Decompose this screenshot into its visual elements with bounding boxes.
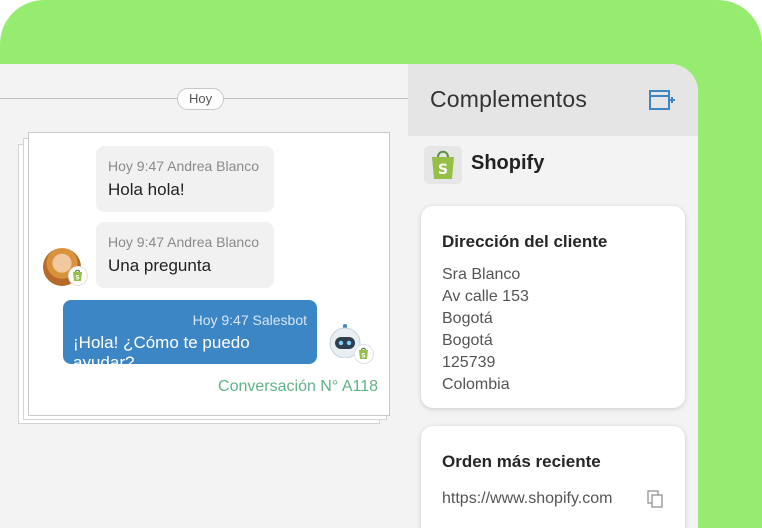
- address-line: Bogotá: [442, 310, 493, 327]
- message-meta: Hoy 9:47 Andrea Blanco: [108, 158, 259, 174]
- card-title: Orden más reciente: [442, 452, 601, 471]
- address-line: 125739: [442, 354, 496, 371]
- message-bubble-bot: Hoy 9:47 Salesbot ¡Hola! ¿Cómo te puedo …: [63, 300, 317, 372]
- message-bubble-customer: Hoy 9:47 Andrea Blanco Hola hola!: [96, 146, 274, 212]
- address-line: Colombia: [442, 376, 510, 393]
- message-text: Hola hola!: [108, 180, 185, 199]
- svg-text:S: S: [438, 162, 448, 178]
- panel-title: Complementos: [430, 86, 588, 112]
- address-line: Sra Blanco: [442, 266, 521, 283]
- date-pill: Hoy: [177, 88, 225, 110]
- order-link[interactable]: https://www.shopify.com: [442, 490, 612, 508]
- shopify-bag-icon: S: [424, 146, 462, 184]
- card-title: Dirección del cliente: [442, 232, 608, 251]
- message-text: Una pregunta: [108, 256, 212, 275]
- copy-icon[interactable]: [647, 490, 663, 508]
- add-panel-icon[interactable]: [648, 86, 676, 114]
- recent-order-card: Orden más reciente https://www.shopify.c…: [421, 426, 685, 528]
- message-meta: Hoy 9:47 Andrea Blanco: [108, 234, 259, 250]
- svg-text:S: S: [75, 275, 79, 282]
- chat-area: Hoy Hoy 9:47 Andrea Blanco Hola hola! Ho…: [0, 64, 408, 528]
- shopify-badge-icon: S: [354, 344, 374, 364]
- svg-text:S: S: [361, 353, 365, 360]
- address-line: Av calle 153: [442, 288, 529, 305]
- panel-header: Complementos: [408, 64, 698, 136]
- integration-name: Shopify: [471, 152, 545, 174]
- address-lines: Sra Blanco Av calle 153 Bogotá Bogotá 12…: [442, 264, 529, 396]
- conversation-number[interactable]: Conversación N° A118: [0, 378, 408, 396]
- plugins-panel: Complementos S Shopify Dirección del cli…: [408, 64, 698, 528]
- message-meta: Hoy 9:47 Salesbot: [192, 312, 307, 328]
- message-bubble-customer: Hoy 9:47 Andrea Blanco Una pregunta: [96, 222, 274, 288]
- customer-address-card: Dirección del cliente Sra Blanco Av call…: [421, 206, 685, 408]
- app-window: Hoy Hoy 9:47 Andrea Blanco Hola hola! Ho…: [0, 64, 698, 528]
- message-text: ¡Hola! ¿Cómo te puedo ayudar?: [73, 333, 250, 372]
- shopify-badge-icon: S: [68, 266, 88, 286]
- address-line: Bogotá: [442, 332, 493, 349]
